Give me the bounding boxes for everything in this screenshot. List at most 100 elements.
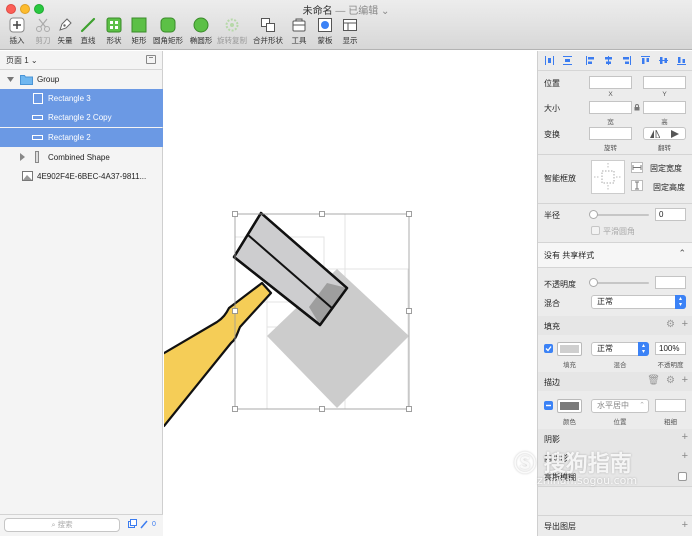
add-inner-shadow-icon[interactable]: + [682, 451, 688, 462]
opacity-slider-track[interactable] [591, 282, 649, 284]
minus-icon [546, 404, 551, 407]
smooth-corners-checkbox[interactable] [591, 226, 600, 235]
rounded-rectangle-button[interactable]: 圆角矩形 [151, 17, 185, 47]
create-symbol-icon[interactable] [128, 519, 150, 529]
align-center-icon[interactable] [604, 56, 613, 65]
align-bottom-icon[interactable] [677, 56, 686, 65]
add-border-icon[interactable]: + [682, 375, 688, 386]
layer-image[interactable]: 4E902F4E-6BEC-4A37-9811... [0, 167, 163, 186]
distribute-vertical-icon[interactable] [563, 56, 572, 65]
disclosure-closed-icon[interactable] [20, 153, 25, 161]
fixed-height-label: 固定高度 [653, 183, 685, 192]
collapse-layers-button[interactable] [146, 55, 156, 64]
oval-button[interactable]: 椭圆形 [184, 17, 218, 47]
shapes-icon [106, 17, 122, 33]
rotate-caption: 旋转 [604, 145, 617, 152]
export-title: 导出图层 [544, 522, 576, 531]
line-layer-icon [32, 135, 43, 140]
fill-blend-value: 正常 [597, 344, 613, 353]
blend-select[interactable]: 正常 ▴ ▾ [591, 295, 686, 309]
gear-icon[interactable]: ⚙ [666, 375, 675, 386]
layer-name: Rectangle 2 [48, 133, 91, 142]
lock-icon[interactable] [634, 104, 640, 111]
layer-name: 4E902F4E-6BEC-4A37-9811... [37, 172, 147, 181]
rotate-copy-button[interactable]: 旋转复制 [215, 17, 249, 47]
height-field[interactable] [643, 101, 686, 114]
border-color-well[interactable] [557, 399, 582, 413]
view-button[interactable]: 显示 [333, 17, 367, 47]
line-layer-icon [32, 115, 43, 120]
slice-count: 0 [152, 521, 156, 528]
fixed-width-label: 固定宽度 [650, 164, 682, 173]
border-enabled-checkbox[interactable] [544, 401, 553, 410]
fill-blend-select[interactable]: 正常 ▴ ▾ [591, 342, 649, 356]
gear-icon[interactable]: ⚙ [666, 319, 675, 330]
border-position-select[interactable]: 水平居中 ⌃ [591, 399, 649, 413]
width-field[interactable] [589, 101, 632, 114]
opacity-slider-knob[interactable] [589, 278, 598, 287]
fill-enabled-checkbox[interactable] [544, 344, 553, 353]
position-label: 位置 [544, 79, 560, 88]
rotation-field[interactable] [589, 127, 632, 140]
shadow-title: 阴影 [544, 435, 560, 444]
line-icon [80, 17, 96, 33]
section-divider [538, 154, 692, 155]
layer-rectangle-2[interactable]: Rectangle 2 [0, 128, 163, 147]
section-divider [538, 267, 692, 268]
fixed-height-toggle[interactable] [631, 180, 643, 191]
border-color-swatch [560, 402, 579, 410]
chevron-updown-icon: ⌃ [639, 402, 645, 409]
layer-group[interactable]: Group [0, 70, 163, 89]
export-section-header[interactable]: 导出图层 + [538, 515, 692, 536]
fill-section-header[interactable]: 填充 ⚙ + [538, 316, 692, 335]
document-status[interactable]: — 已编辑 ⌄ [335, 6, 389, 17]
layers-panel: 页面 1 ⌄ Group Rectangle 3 Rectangle 2 Cop… [0, 51, 163, 536]
fill-caption: 填充 [563, 362, 576, 369]
fixed-width-toggle[interactable] [631, 162, 643, 173]
align-top-icon[interactable] [641, 56, 650, 65]
border-thickness-field[interactable] [655, 399, 686, 412]
flip-horizontal-icon[interactable] [650, 130, 660, 138]
page-selector[interactable]: 页面 1 ⌄ [6, 55, 38, 66]
align-middle-icon[interactable] [659, 56, 668, 65]
combine-shapes-button[interactable]: 合并形状 [251, 17, 285, 47]
border-section-header[interactable]: 描边 🗑 ⚙ + [538, 372, 692, 391]
tools-icon [292, 18, 306, 32]
blur-checkbox[interactable] [678, 472, 687, 481]
layers-footer: ⌕ 搜索 0 [0, 514, 163, 536]
plus-icon [9, 17, 25, 33]
trash-icon[interactable]: 🗑 [647, 375, 660, 386]
add-shadow-icon[interactable]: + [682, 432, 688, 443]
add-fill-icon[interactable]: + [682, 319, 688, 330]
hammer-handle[interactable] [164, 281, 273, 428]
flip-vertical-icon[interactable] [671, 130, 681, 138]
align-left-icon[interactable] [586, 56, 595, 65]
fill-opacity-field[interactable]: 100% [655, 342, 686, 355]
flip-buttons[interactable] [643, 127, 686, 140]
distribute-horizontal-icon[interactable] [545, 56, 554, 65]
layer-name: Rectangle 2 Copy [48, 113, 112, 122]
artboard-drawing[interactable] [164, 51, 536, 536]
fill-color-well[interactable] [557, 342, 582, 356]
disclosure-open-icon[interactable] [7, 77, 14, 82]
align-right-icon[interactable] [622, 56, 631, 65]
position-y-field[interactable] [643, 76, 686, 89]
resizing-box[interactable] [591, 160, 625, 194]
canvas[interactable] [164, 51, 536, 536]
blend-value: 正常 [597, 297, 613, 306]
layer-rectangle-3[interactable]: Rectangle 3 [0, 89, 163, 108]
smooth-corners-label: 平滑圆角 [603, 227, 635, 236]
opacity-field[interactable] [655, 276, 686, 289]
border-color-caption: 颜色 [563, 419, 576, 426]
shared-style-select[interactable]: 没有 共享样式 ⌃ [538, 243, 692, 267]
position-x-field[interactable] [589, 76, 632, 89]
radius-slider-knob[interactable] [589, 210, 598, 219]
add-export-icon[interactable]: + [682, 520, 688, 531]
layer-rectangle-2-copy[interactable]: Rectangle 2 Copy [0, 108, 163, 127]
radius-slider-track[interactable] [591, 214, 649, 216]
border-thickness-caption: 粗细 [664, 419, 677, 426]
combined-shape-icon [35, 151, 39, 163]
radius-field[interactable]: 0 [655, 208, 686, 221]
layer-search-input[interactable]: ⌕ 搜索 [4, 518, 120, 532]
layer-combined-shape[interactable]: Combined Shape [0, 148, 163, 167]
